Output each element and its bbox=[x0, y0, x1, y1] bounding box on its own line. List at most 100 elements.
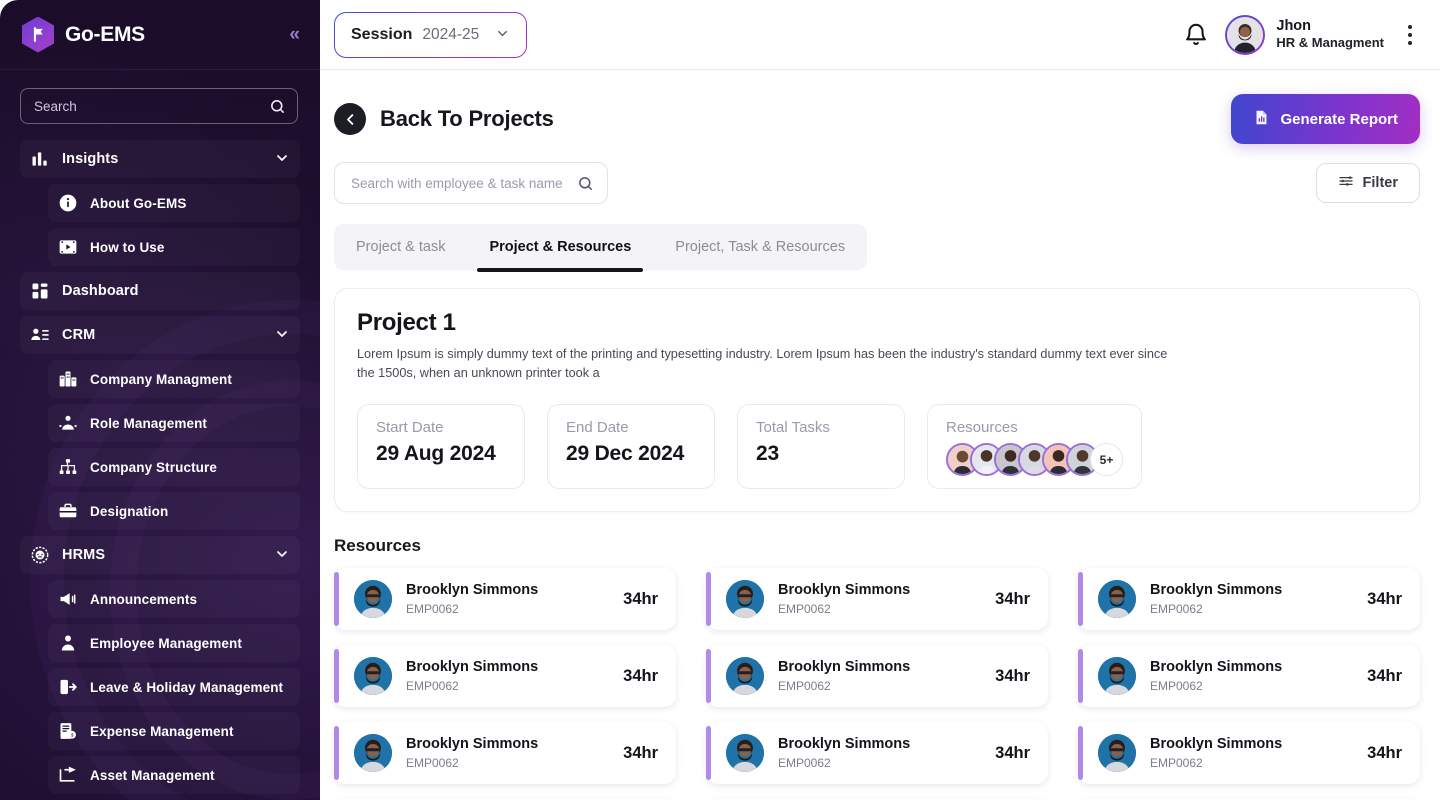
resources-section-title: Resources bbox=[334, 536, 421, 556]
resource-name: Brooklyn Simmons bbox=[406, 736, 539, 753]
resource-card[interactable]: Brooklyn Simmons EMP0062 34hr bbox=[1078, 645, 1420, 708]
resource-hours: 34hr bbox=[623, 743, 658, 762]
sidebar-item-company-managment[interactable]: Company Managment bbox=[48, 360, 300, 398]
stat-total-tasks: Total Tasks 23 bbox=[737, 403, 905, 490]
resource-card[interactable]: Brooklyn Simmons EMP0062 34hr bbox=[334, 568, 676, 631]
resources-grid: Brooklyn Simmons EMP0062 34hr Brooklyn S… bbox=[334, 568, 1420, 800]
user-profile[interactable]: Jhon HR & Managment bbox=[1225, 14, 1384, 55]
generate-report-button[interactable]: Generate Report bbox=[1231, 94, 1420, 144]
video-icon bbox=[58, 237, 78, 257]
resource-card[interactable]: Brooklyn Simmons EMP0062 34hr bbox=[1078, 722, 1420, 785]
back-button[interactable] bbox=[334, 103, 366, 135]
bell-icon[interactable] bbox=[1183, 22, 1209, 48]
sidebar-item-label: CRM bbox=[62, 327, 96, 343]
sidebar-item-designation[interactable]: Designation bbox=[48, 492, 300, 530]
tab-label: Project & Resources bbox=[489, 239, 632, 255]
search-input[interactable] bbox=[351, 175, 577, 191]
resource-employee-id: EMP0062 bbox=[778, 755, 831, 770]
person-icon bbox=[58, 633, 78, 653]
briefcase-icon bbox=[58, 501, 78, 521]
search-icon bbox=[269, 98, 286, 115]
resource-card[interactable]: Brooklyn Simmons EMP0062 34hr bbox=[706, 722, 1048, 785]
resource-employee-id: EMP0062 bbox=[1150, 678, 1203, 693]
tab-label: Project, Task & Resources bbox=[675, 239, 846, 255]
app-logo-icon bbox=[22, 16, 54, 53]
resource-card[interactable]: Brooklyn Simmons EMP0062 34hr bbox=[334, 645, 676, 708]
resource-name: Brooklyn Simmons bbox=[406, 659, 539, 676]
session-selector[interactable]: Session 2024-25 bbox=[334, 12, 527, 58]
resource-name: Brooklyn Simmons bbox=[778, 659, 911, 676]
resource-card[interactable]: Brooklyn Simmons EMP0062 34hr bbox=[1078, 568, 1420, 631]
sidebar-item-company-structure[interactable]: Company Structure bbox=[48, 448, 300, 486]
filter-label: Filter bbox=[1362, 175, 1398, 191]
project-summary-card: Project 1 Lorem Ipsum is simply dummy te… bbox=[334, 288, 1420, 513]
sidebar-item-about-go-ems[interactable]: About Go-EMS bbox=[48, 184, 300, 222]
sidebar-item-label: Leave & Holiday Management bbox=[90, 679, 284, 695]
resource-hours: 34hr bbox=[1367, 666, 1402, 685]
resource-card[interactable]: Brooklyn Simmons EMP0062 34hr bbox=[706, 568, 1048, 631]
chevron-down-icon bbox=[495, 26, 510, 44]
sidebar-search[interactable] bbox=[20, 88, 298, 124]
resource-name: Brooklyn Simmons bbox=[1150, 582, 1283, 599]
resource-hours: 34hr bbox=[995, 666, 1030, 685]
app-root: Go-EMS « Insights bbox=[0, 0, 1440, 800]
sidebar-item-dashboard[interactable]: Dashboard bbox=[20, 272, 300, 310]
resource-name: Brooklyn Simmons bbox=[406, 582, 539, 599]
stat-resources: Resources 5+ bbox=[927, 403, 1142, 490]
user-info: Jhon HR & Managment bbox=[1276, 18, 1384, 51]
employee-task-search[interactable] bbox=[334, 162, 608, 204]
resource-employee-id: EMP0062 bbox=[1150, 601, 1203, 616]
resource-hours: 34hr bbox=[1367, 589, 1402, 608]
avatar-more-count[interactable]: 5+ bbox=[1090, 443, 1123, 477]
resource-employee-id: EMP0062 bbox=[406, 601, 459, 616]
sidebar-item-expense-management[interactable]: $ Expense Management bbox=[48, 712, 300, 750]
org-chart-icon bbox=[58, 457, 78, 477]
resource-hours: 34hr bbox=[995, 743, 1030, 762]
sidebar: Go-EMS « Insights bbox=[0, 0, 320, 800]
sidebar-item-hrms[interactable]: HRMS bbox=[20, 536, 300, 574]
sidebar-item-employee-management[interactable]: Employee Management bbox=[48, 624, 300, 662]
tab-bar: Project & task Project & Resources Proje… bbox=[334, 224, 868, 272]
resource-hours: 34hr bbox=[1367, 743, 1402, 762]
page-content: Back To Projects Generate Report Search … bbox=[320, 70, 1440, 800]
more-vertical-icon[interactable] bbox=[1400, 21, 1420, 49]
filter-sliders-icon bbox=[1338, 173, 1354, 193]
resource-meta: Brooklyn Simmons EMP0062 bbox=[778, 736, 981, 769]
sidebar-item-label: How to Use bbox=[90, 239, 165, 255]
resource-card[interactable]: Brooklyn Simmons EMP0062 34hr bbox=[706, 645, 1048, 708]
tab-project-resources[interactable]: Project & Resources bbox=[467, 224, 653, 272]
resource-avatar-stack[interactable]: 5+ bbox=[946, 443, 1123, 477]
tab-project-task[interactable]: Project & task bbox=[334, 224, 467, 270]
sidebar-item-label: Announcements bbox=[90, 591, 198, 607]
sidebar-item-crm[interactable]: CRM bbox=[20, 316, 300, 354]
sidebar-item-announcements[interactable]: Announcements bbox=[48, 580, 300, 618]
resource-hours: 34hr bbox=[623, 666, 658, 685]
sidebar-item-label: Dashboard bbox=[62, 283, 139, 299]
sidebar-item-asset-management[interactable]: Asset Management bbox=[48, 756, 300, 794]
bar-chart-icon bbox=[30, 149, 50, 169]
sidebar-item-leave-holiday-management[interactable]: Leave & Holiday Management bbox=[48, 668, 300, 706]
sidebar-collapse-icon[interactable]: « bbox=[289, 25, 300, 44]
avatar bbox=[1098, 734, 1136, 773]
resource-meta: Brooklyn Simmons EMP0062 bbox=[406, 736, 609, 769]
session-value: 2024-25 bbox=[422, 25, 480, 43]
building-icon bbox=[58, 369, 78, 389]
stat-value: 23 bbox=[756, 442, 779, 466]
resource-meta: Brooklyn Simmons EMP0062 bbox=[1150, 736, 1353, 769]
tab-project-task-resources[interactable]: Project, Task & Resources bbox=[653, 224, 867, 270]
sidebar-item-insights[interactable]: Insights bbox=[20, 140, 300, 178]
resource-card[interactable]: Brooklyn Simmons EMP0062 34hr bbox=[334, 722, 676, 785]
resource-employee-id: EMP0062 bbox=[1150, 755, 1203, 770]
stat-label: Total Tasks bbox=[756, 418, 830, 436]
resource-hours: 34hr bbox=[995, 589, 1030, 608]
sidebar-nav: Insights About Go-EMS How to Use Dashboa… bbox=[0, 134, 320, 794]
sidebar-item-how-to-use[interactable]: How to Use bbox=[48, 228, 300, 266]
sidebar-item-label: Expense Management bbox=[90, 723, 234, 739]
avatar bbox=[354, 734, 392, 773]
badge-gear-icon bbox=[30, 545, 50, 565]
filter-button[interactable]: Filter bbox=[1315, 163, 1420, 203]
project-stats: Start Date 29 Aug 2024 End Date 29 Dec 2… bbox=[357, 403, 1397, 490]
sidebar-search-input[interactable] bbox=[34, 98, 269, 114]
user-name: Jhon bbox=[1276, 18, 1312, 35]
sidebar-item-role-management[interactable]: Role Management bbox=[48, 404, 300, 442]
